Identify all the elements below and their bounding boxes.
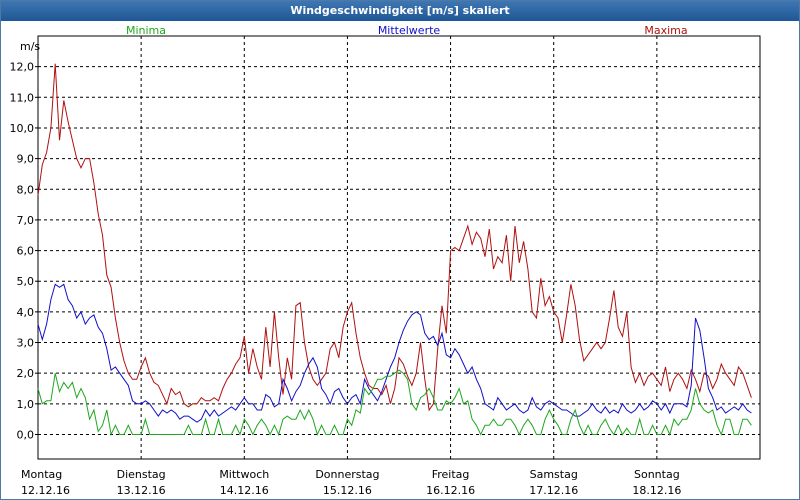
- x-tick-day-label: Donnerstag: [315, 468, 379, 481]
- x-tick-date-label: 16.12.16: [426, 484, 475, 497]
- x-tick-date-label: 15.12.16: [323, 484, 372, 497]
- x-axis-ticks: Montag 12.12.16 Dienstag 13.12.16 Mittwoch 14…: [21, 468, 681, 497]
- legend-entry-maxima: Maxima: [644, 24, 687, 37]
- y-axis-label: m/s: [20, 40, 40, 53]
- plot-area: [37, 35, 761, 460]
- x-tick-day-label: Montag: [21, 468, 62, 481]
- y-tick-label: 3,0: [17, 337, 35, 350]
- y-tick-label: 1,0: [17, 398, 35, 411]
- y-tick-label: 8,0: [17, 183, 35, 196]
- legend: Minima Mittelwerte Maxima: [126, 24, 688, 37]
- x-tick-day-label: Dienstag: [117, 468, 166, 481]
- y-tick-label: 6,0: [17, 245, 35, 258]
- y-tick-label: 12,0: [10, 61, 35, 74]
- y-tick-label: 4,0: [17, 306, 35, 319]
- x-tick-day-label: Samstag: [530, 468, 578, 481]
- x-tick-date-label: 12.12.16: [21, 484, 70, 497]
- y-tick-label: 5,0: [17, 275, 35, 288]
- x-tick-date-label: 13.12.16: [117, 484, 166, 497]
- y-tick-label: 0,0: [17, 428, 35, 441]
- y-axis-ticks: 0,0 1,0 2,0 3,0 4,0 5,0 6,0 7,0 8,0 9,0 10,0 11,0 12…: [10, 61, 38, 441]
- legend-entry-minima: Minima: [126, 24, 166, 37]
- y-tick-label: 7,0: [17, 214, 35, 227]
- y-tick-label: 11,0: [10, 91, 35, 104]
- y-tick-label: 10,0: [10, 122, 35, 135]
- y-tick-label: 2,0: [17, 367, 35, 380]
- x-tick-date-label: 14.12.16: [220, 484, 269, 497]
- y-tick-label: 9,0: [17, 153, 35, 166]
- x-tick-date-label: 18.12.16: [632, 484, 681, 497]
- x-tick-date-label: 17.12.16: [529, 484, 578, 497]
- x-tick-day-label: Freitag: [432, 468, 470, 481]
- legend-entry-mittelwerte: Mittelwerte: [378, 24, 441, 37]
- x-tick-day-label: Sonntag: [634, 468, 680, 481]
- wind-speed-chart: 0,0 1,0 2,0 3,0 4,0 5,0 6,0 7,0 8,0 9,0 10,0 11,0 12…: [10, 24, 761, 497]
- x-tick-day-label: Mittwoch: [219, 468, 269, 481]
